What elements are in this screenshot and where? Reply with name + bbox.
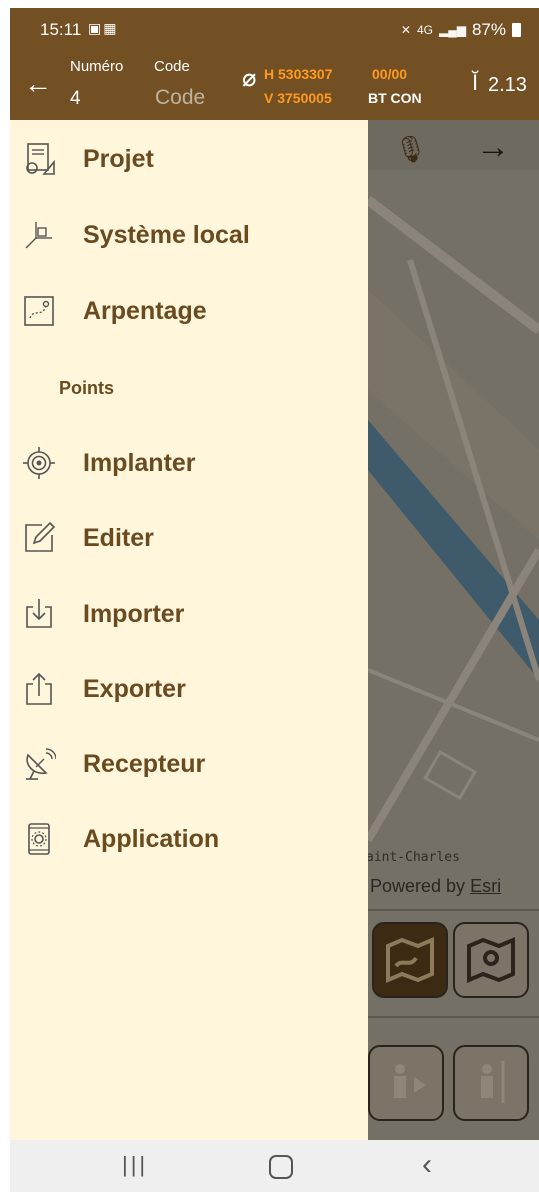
- esri-link[interactable]: Esri: [470, 876, 501, 896]
- app-bar: ← Numéro 4 Code Code ⌀ H 5303307 V 37500…: [10, 52, 539, 120]
- battery-icon: [512, 23, 521, 37]
- target-icon: [23, 447, 55, 479]
- drawer-item-systeme-local[interactable]: Système local: [10, 204, 368, 264]
- numero-value[interactable]: 4: [70, 88, 81, 110]
- edit-icon: [25, 521, 56, 552]
- microphone-icon[interactable]: 🎙: [394, 134, 427, 165]
- drawer-label-recepteur: Recepteur: [83, 750, 206, 778]
- mute-icon: ✕: [400, 23, 411, 37]
- status-bar: 15:11 ▣▦ ✕ 4G ▂▄▆ 87%: [10, 8, 539, 52]
- drawer-item-importer[interactable]: Importer: [10, 583, 368, 643]
- app-settings-icon: [28, 823, 50, 855]
- satellite-dish-icon: [26, 748, 56, 780]
- rod-icon[interactable]: Ĭ: [472, 70, 478, 96]
- satellite-ratio: 00/00: [372, 66, 408, 82]
- arrow-right-icon[interactable]: →: [476, 128, 510, 167]
- qr-icon: ▦: [103, 20, 119, 36]
- map-icon: [386, 936, 434, 984]
- system-nav-bar: ||| ‹: [10, 1140, 539, 1192]
- drawer-item-exporter[interactable]: Exporter: [10, 658, 368, 718]
- h-coordinate: H 5303307: [264, 66, 333, 82]
- local-system-icon: [25, 222, 52, 249]
- navigation-drawer: Projet Système local Arpentage Points Im…: [10, 120, 368, 1140]
- drawer-label-application: Application: [83, 825, 220, 853]
- drawer-label-importer: Importer: [83, 600, 185, 628]
- back-arrow-icon[interactable]: ←: [24, 70, 52, 98]
- v-coordinate: V 3750005: [264, 90, 332, 106]
- map-location-button[interactable]: [453, 922, 529, 998]
- drawer-label-exporter: Exporter: [83, 675, 186, 703]
- drawer-item-application[interactable]: Application: [10, 808, 368, 868]
- drawer-item-implanter[interactable]: Implanter: [10, 432, 368, 492]
- back-chevron-icon[interactable]: ‹: [422, 1148, 432, 1182]
- drawer-label-arpentage: Arpentage: [83, 297, 207, 325]
- map-credit: Powered by Esri: [370, 876, 501, 897]
- rod-height[interactable]: 2.13: [488, 74, 527, 97]
- project-icon: [26, 143, 55, 175]
- numero-label: Numéro: [70, 58, 124, 75]
- status-right: ✕ 4G ▂▄▆ 87%: [401, 20, 521, 40]
- phone-screen: 15:11 ▣▦ ✕ 4G ▂▄▆ 87% ← Numéro 4 Code Co…: [10, 8, 539, 1192]
- credit-prefix: Powered by: [370, 876, 466, 896]
- drawer-item-projet[interactable]: Projet: [10, 128, 368, 188]
- surveyor-rod-button[interactable]: [453, 1045, 529, 1121]
- connection-status: BT CON: [368, 90, 422, 106]
- battery-percent: 87%: [471, 20, 506, 39]
- map-layer-button[interactable]: [372, 922, 448, 998]
- surveyor-rod-icon: [481, 1061, 505, 1103]
- drawer-section-points: Points: [59, 378, 115, 398]
- home-icon[interactable]: [269, 1155, 293, 1179]
- code-input[interactable]: Code: [155, 86, 205, 110]
- drawer-item-arpentage[interactable]: Arpentage: [10, 280, 368, 340]
- code-label: Code: [154, 58, 190, 75]
- notification-icons: ▣▦: [88, 20, 118, 37]
- import-icon: [26, 599, 52, 628]
- surveyor-play-icon: [394, 1064, 426, 1098]
- export-icon: [26, 672, 52, 705]
- antenna-phase-icon: ⌀: [242, 65, 257, 92]
- recents-icon[interactable]: |||: [122, 1152, 148, 1178]
- signal-icon: ▂▄▆: [439, 23, 466, 37]
- drawer-item-recepteur[interactable]: Recepteur: [10, 733, 368, 793]
- map-pin-icon: [467, 936, 515, 984]
- map-place-label: aint-Charles: [366, 850, 460, 865]
- drawer-label-projet: Projet: [83, 145, 154, 173]
- drawer-item-editer[interactable]: Editer: [10, 507, 368, 567]
- stakeout-play-button[interactable]: [368, 1045, 444, 1121]
- drawer-label-systeme-local: Système local: [83, 221, 250, 249]
- survey-icon: [24, 296, 54, 326]
- drawer-label-editer: Editer: [83, 524, 154, 552]
- gallery-icon: ▣: [88, 20, 104, 36]
- drawer-label-implanter: Implanter: [83, 449, 196, 477]
- status-time: 15:11: [40, 20, 82, 39]
- network-label: 4G: [416, 23, 433, 37]
